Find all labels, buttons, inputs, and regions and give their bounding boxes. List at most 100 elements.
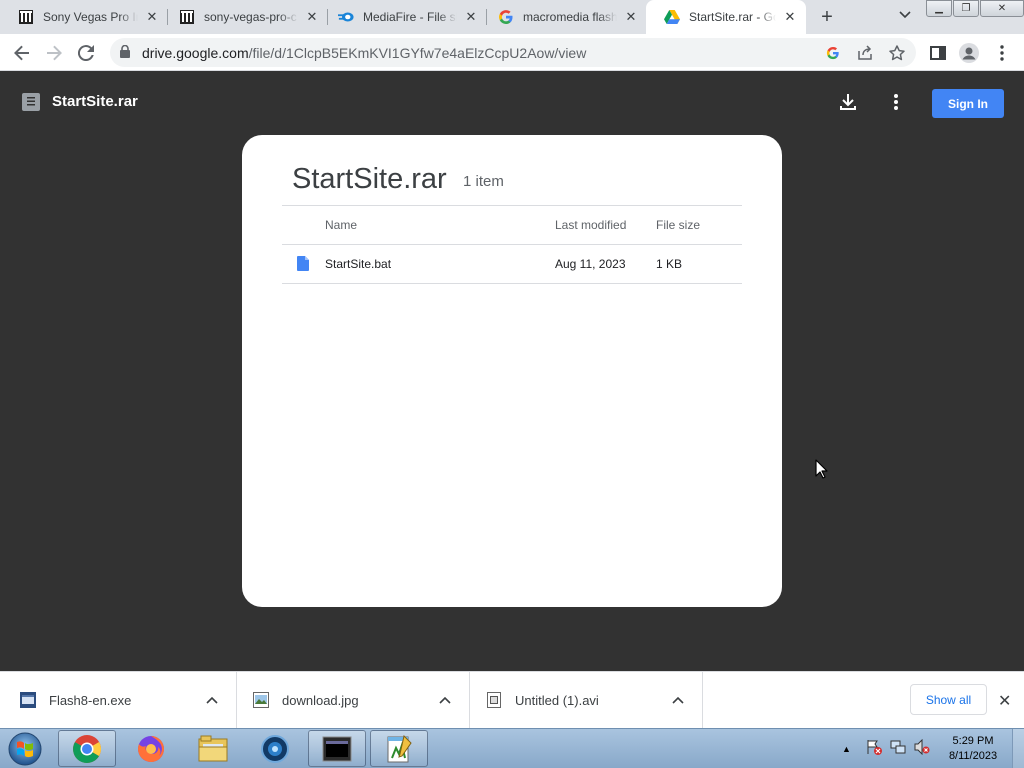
chrome-icon bbox=[73, 734, 101, 763]
google-drive-icon bbox=[664, 9, 680, 25]
archive-item-count: 1 item bbox=[463, 173, 504, 190]
archive-file-icon bbox=[22, 93, 40, 116]
tab-search-icon[interactable] bbox=[896, 8, 914, 26]
minimize-icon[interactable]: ▁ bbox=[926, 0, 952, 17]
taskbar-notepad[interactable] bbox=[370, 730, 428, 767]
tab-sony-vegas-pro-c[interactable]: sony-vegas-pro-c ✕ bbox=[161, 0, 328, 34]
close-tab-icon[interactable]: ✕ bbox=[623, 9, 639, 25]
download-file-name: download.jpg bbox=[282, 693, 359, 708]
divider bbox=[282, 283, 742, 284]
tab-title: sony-vegas-pro-c bbox=[204, 10, 297, 24]
new-tab-button[interactable]: + bbox=[816, 6, 838, 28]
mouse-cursor-icon bbox=[815, 459, 828, 484]
firefox-icon bbox=[138, 735, 164, 762]
reload-button[interactable] bbox=[72, 39, 100, 67]
viewer-file-name: StartSite.rar bbox=[52, 93, 138, 110]
chevron-up-icon[interactable] bbox=[206, 693, 218, 707]
file-row-size: 1 KB bbox=[656, 257, 683, 271]
show-hidden-icons-icon[interactable]: ▲ bbox=[842, 744, 856, 754]
file-row-modified: Aug 11, 2023 bbox=[555, 257, 626, 271]
window-controls: ▁ ❐ ✕ bbox=[926, 0, 1024, 17]
close-tab-icon[interactable]: ✕ bbox=[782, 9, 798, 25]
back-button[interactable] bbox=[8, 39, 36, 67]
tab-title: macromedia flash bbox=[523, 10, 617, 24]
close-shelf-icon[interactable]: ✕ bbox=[998, 691, 1011, 711]
archive-contents-card: StartSite.rar 1 item Name Last modified … bbox=[242, 135, 782, 607]
url-text[interactable]: drive.google.com/file/d/1ClcpB5EKmKVI1GY… bbox=[142, 45, 586, 61]
more-options-icon[interactable] bbox=[888, 92, 904, 117]
network-icon[interactable] bbox=[890, 739, 906, 760]
tab-startsite-drive[interactable]: StartSite.rar - Goo ✕ bbox=[646, 0, 806, 34]
tab-title: MediaFire - File sl bbox=[363, 10, 457, 24]
terminal-icon bbox=[322, 736, 352, 761]
show-desktop-button[interactable] bbox=[1012, 729, 1024, 768]
download-shelf: Flash8-en.exe download.jpg Untitled (1).… bbox=[0, 671, 1024, 729]
media-player-icon bbox=[261, 734, 289, 763]
download-icon[interactable] bbox=[838, 92, 858, 117]
exe-file-icon bbox=[20, 692, 36, 713]
folder-icon bbox=[198, 735, 228, 761]
system-tray: ▲ bbox=[842, 729, 930, 768]
tab-title: Sony Vegas Pro Ir bbox=[43, 10, 138, 24]
clock-time: 5:29 PM bbox=[952, 735, 994, 747]
system-clock[interactable]: 5:29 PM 8/11/2023 bbox=[940, 734, 1006, 764]
windows-logo-icon bbox=[8, 732, 42, 766]
download-file-name: Untitled (1).avi bbox=[515, 693, 599, 708]
side-panel-icon[interactable] bbox=[928, 43, 948, 63]
close-tab-icon[interactable]: ✕ bbox=[304, 9, 320, 25]
address-bar[interactable]: drive.google.com/file/d/1ClcpB5EKmKVI1GY… bbox=[110, 38, 916, 67]
download-item[interactable]: download.jpg bbox=[237, 672, 470, 729]
google-lens-icon[interactable] bbox=[824, 44, 842, 62]
volume-muted-icon[interactable] bbox=[914, 738, 930, 760]
tab-strip: Sony Vegas Pro Ir ✕ sony-vegas-pro-c ✕ M… bbox=[0, 0, 1024, 34]
taskbar-chrome[interactable] bbox=[58, 730, 116, 767]
windows-taskbar: ▲ 5:29 PM 8/11/2023 bbox=[0, 728, 1024, 768]
bookmark-star-icon[interactable] bbox=[888, 44, 906, 62]
divider bbox=[282, 244, 742, 245]
close-tab-icon[interactable]: ✕ bbox=[144, 9, 160, 25]
download-file-name: Flash8-en.exe bbox=[49, 693, 132, 708]
action-center-flag-icon[interactable] bbox=[866, 739, 882, 760]
taskbar-terminal[interactable] bbox=[308, 730, 366, 767]
show-all-downloads-button[interactable]: Show all bbox=[910, 684, 987, 715]
drive-file-viewer: StartSite.rar Sign In StartSite.rar 1 it… bbox=[0, 71, 1024, 671]
start-button[interactable] bbox=[2, 730, 48, 768]
download-item[interactable]: Untitled (1).avi bbox=[470, 672, 703, 729]
document-file-icon bbox=[297, 256, 309, 276]
file-row-name[interactable]: StartSite.bat bbox=[325, 257, 391, 271]
restore-icon[interactable]: ❐ bbox=[953, 0, 979, 17]
lock-icon[interactable] bbox=[120, 44, 130, 63]
forward-arrow-icon bbox=[47, 45, 62, 61]
window-close-icon[interactable]: ✕ bbox=[980, 0, 1024, 17]
back-arrow-icon bbox=[14, 45, 29, 61]
tab-macromedia-flash[interactable]: macromedia flash ✕ bbox=[480, 0, 647, 34]
notepad-icon bbox=[387, 734, 412, 762]
browser-toolbar: drive.google.com/file/d/1ClcpB5EKmKVI1GY… bbox=[0, 34, 1024, 71]
forward-button[interactable] bbox=[40, 39, 68, 67]
tab-title: StartSite.rar - Goo bbox=[689, 10, 776, 24]
url-host: drive.google.com bbox=[142, 45, 249, 61]
share-icon[interactable] bbox=[856, 44, 874, 62]
column-header-last-modified[interactable]: Last modified bbox=[555, 218, 626, 232]
chevron-up-icon[interactable] bbox=[439, 693, 451, 707]
column-header-file-size[interactable]: File size bbox=[656, 218, 700, 232]
profile-avatar-icon[interactable] bbox=[959, 43, 979, 63]
archive-icon bbox=[18, 9, 34, 25]
video-file-icon bbox=[487, 692, 501, 713]
sign-in-button[interactable]: Sign In bbox=[932, 89, 1004, 118]
download-item[interactable]: Flash8-en.exe bbox=[0, 672, 237, 729]
close-tab-icon[interactable]: ✕ bbox=[463, 9, 479, 25]
tab-mediafire[interactable]: MediaFire - File sl ✕ bbox=[320, 0, 487, 34]
chevron-up-icon[interactable] bbox=[672, 693, 684, 707]
reload-icon bbox=[78, 45, 94, 61]
taskbar-file-explorer[interactable] bbox=[184, 730, 242, 767]
mediafire-icon bbox=[338, 9, 354, 25]
url-path: /file/d/1ClcpB5EKmKVI1GYfw7e4aElzCcpU2Ao… bbox=[248, 45, 587, 61]
column-header-name[interactable]: Name bbox=[325, 218, 357, 232]
tab-sony-vegas-pro[interactable]: Sony Vegas Pro Ir ✕ bbox=[0, 0, 168, 34]
archive-icon bbox=[179, 9, 195, 25]
divider bbox=[282, 205, 742, 206]
taskbar-media-player[interactable] bbox=[246, 730, 304, 767]
taskbar-firefox[interactable] bbox=[122, 730, 180, 767]
chrome-menu-icon[interactable] bbox=[992, 43, 1012, 63]
